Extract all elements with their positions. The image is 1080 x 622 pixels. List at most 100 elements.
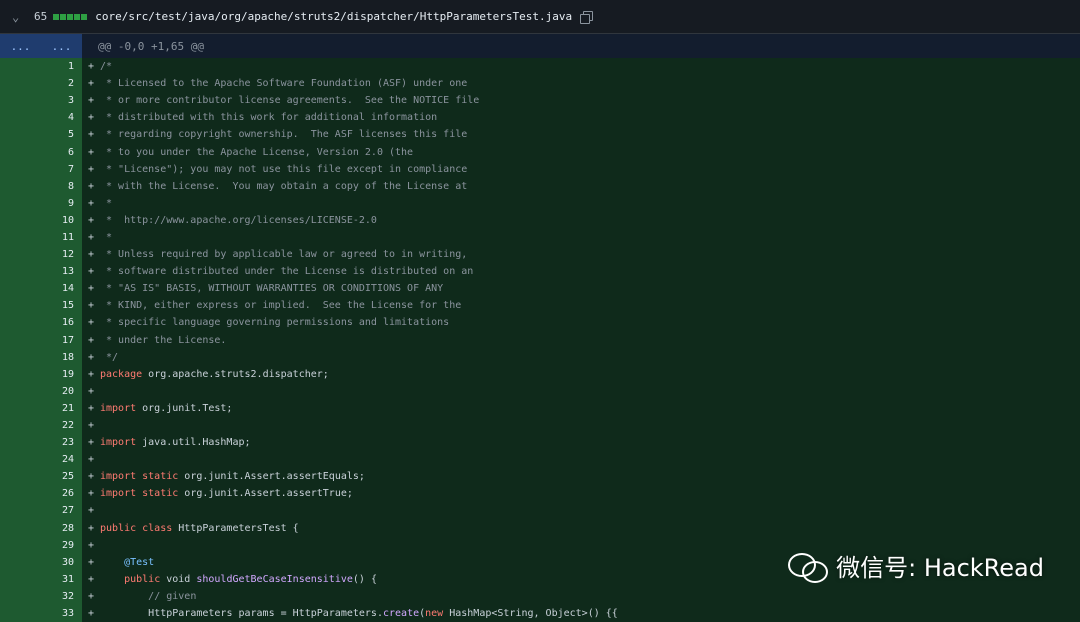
line-number[interactable]: 4 <box>0 109 82 126</box>
diff-line[interactable]: 13+ * software distributed under the Lic… <box>0 263 1080 280</box>
change-count: 65 <box>34 10 47 23</box>
added-marker: + <box>82 540 100 551</box>
line-number[interactable]: 11 <box>0 229 82 246</box>
diff-line[interactable]: 6+ * to you under the Apache License, Ve… <box>0 143 1080 160</box>
diff-line[interactable]: 15+ * KIND, either express or implied. S… <box>0 297 1080 314</box>
line-number[interactable]: 33 <box>0 605 82 622</box>
code-token: // given <box>148 591 196 602</box>
expand-right[interactable]: ... <box>52 40 72 53</box>
chevron-down-icon[interactable]: ⌄ <box>12 10 28 24</box>
line-number[interactable]: 28 <box>0 520 82 537</box>
expand-left[interactable]: ... <box>11 40 31 53</box>
code-text: * Licensed to the Apache Software Founda… <box>100 78 467 89</box>
line-number[interactable]: 18 <box>0 349 82 366</box>
code-token: * "AS IS" BASIS, WITHOUT WARRANTIES OR C… <box>100 283 443 294</box>
diff-line[interactable]: 11+ * <box>0 229 1080 246</box>
indent <box>100 608 148 619</box>
diff-line[interactable]: 14+ * "AS IS" BASIS, WITHOUT WARRANTIES … <box>0 280 1080 297</box>
line-number[interactable]: 27 <box>0 502 82 519</box>
wechat-logo-icon <box>788 551 828 581</box>
diff-line[interactable]: 9+ * <box>0 195 1080 212</box>
diff-line[interactable]: 16+ * specific language governing permis… <box>0 314 1080 331</box>
diff-line[interactable]: 26+import static org.junit.Assert.assert… <box>0 485 1080 502</box>
function-token: create <box>383 608 419 619</box>
diffstat-bars <box>53 14 87 20</box>
line-number[interactable]: 10 <box>0 212 82 229</box>
line-number[interactable]: 26 <box>0 485 82 502</box>
indent <box>100 557 124 568</box>
code-text: */ <box>100 352 118 363</box>
code-token: * or more contributor license agreements… <box>100 95 479 106</box>
line-number[interactable]: 24 <box>0 451 82 468</box>
diff-line[interactable]: 18+ */ <box>0 349 1080 366</box>
line-number[interactable]: 17 <box>0 332 82 349</box>
line-number[interactable]: 19 <box>0 366 82 383</box>
line-number[interactable]: 6 <box>0 143 82 160</box>
added-marker: + <box>82 352 100 363</box>
diff-line[interactable]: 4+ * distributed with this work for addi… <box>0 109 1080 126</box>
line-number[interactable]: 14 <box>0 280 82 297</box>
keyword-token: import <box>100 403 136 414</box>
diff-line[interactable]: 7+ * "License"); you may not use this fi… <box>0 161 1080 178</box>
diff-line[interactable]: 8+ * with the License. You may obtain a … <box>0 178 1080 195</box>
diff-line[interactable]: 33+ HttpParameters params = HttpParamete… <box>0 605 1080 622</box>
file-path[interactable]: core/src/test/java/org/apache/struts2/di… <box>95 10 572 23</box>
diff-line[interactable]: 32+ // given <box>0 588 1080 605</box>
diff-line[interactable]: 21+import org.junit.Test; <box>0 400 1080 417</box>
code-token: * with the License. You may obtain a cop… <box>100 181 467 192</box>
added-marker: + <box>82 232 100 243</box>
code-token: * <box>100 198 112 209</box>
function-token: shouldGetBeCaseInsensitive <box>196 574 353 585</box>
line-number[interactable]: 25 <box>0 468 82 485</box>
added-marker: + <box>82 574 100 585</box>
line-number[interactable]: 2 <box>0 75 82 92</box>
code-text: import static org.junit.Assert.assertEqu… <box>100 471 365 482</box>
diff-line[interactable]: 20+ <box>0 383 1080 400</box>
line-number[interactable]: 20 <box>0 383 82 400</box>
code-text: * Unless required by applicable law or a… <box>100 249 467 260</box>
line-number[interactable]: 32 <box>0 588 82 605</box>
diff-line[interactable]: 17+ * under the License. <box>0 332 1080 349</box>
line-number[interactable]: 5 <box>0 126 82 143</box>
keyword-token: public class <box>100 523 172 534</box>
line-number[interactable]: 3 <box>0 92 82 109</box>
line-number[interactable]: 9 <box>0 195 82 212</box>
code-text: /* <box>100 61 112 72</box>
diff-line[interactable]: 23+import java.util.HashMap; <box>0 434 1080 451</box>
code-token: * under the License. <box>100 335 226 346</box>
code-token: * software distributed under the License… <box>100 266 473 277</box>
line-number[interactable]: 7 <box>0 161 82 178</box>
diff-line[interactable]: 27+ <box>0 502 1080 519</box>
added-marker: + <box>82 471 100 482</box>
diff-line[interactable]: 28+public class HttpParametersTest { <box>0 520 1080 537</box>
copy-icon[interactable] <box>580 11 592 23</box>
line-number[interactable]: 21 <box>0 400 82 417</box>
line-number[interactable]: 23 <box>0 434 82 451</box>
diff-line[interactable]: 19+package org.apache.struts2.dispatcher… <box>0 366 1080 383</box>
diff-line[interactable]: 2+ * Licensed to the Apache Software Fou… <box>0 75 1080 92</box>
diff-line[interactable]: 22+ <box>0 417 1080 434</box>
diff-line[interactable]: 5+ * regarding copyright ownership. The … <box>0 126 1080 143</box>
line-number[interactable]: 12 <box>0 246 82 263</box>
line-number[interactable]: 22 <box>0 417 82 434</box>
line-number[interactable]: 1 <box>0 58 82 75</box>
diff-line[interactable]: 24+ <box>0 451 1080 468</box>
line-number[interactable]: 13 <box>0 263 82 280</box>
expand-hunk-button[interactable]: ... ... <box>0 34 82 58</box>
diff-line[interactable]: 3+ * or more contributor license agreeme… <box>0 92 1080 109</box>
diff-line[interactable]: 12+ * Unless required by applicable law … <box>0 246 1080 263</box>
line-number[interactable]: 31 <box>0 571 82 588</box>
code-text: * under the License. <box>100 335 226 346</box>
code-token: () { <box>353 574 377 585</box>
code-token: * KIND, either express or implied. See t… <box>100 300 461 311</box>
line-number[interactable]: 8 <box>0 178 82 195</box>
line-number[interactable]: 29 <box>0 537 82 554</box>
diff-line[interactable]: 25+import static org.junit.Assert.assert… <box>0 468 1080 485</box>
line-number[interactable]: 16 <box>0 314 82 331</box>
diff-line[interactable]: 10+ * http://www.apache.org/licenses/LIC… <box>0 212 1080 229</box>
line-number[interactable]: 30 <box>0 554 82 571</box>
line-number[interactable]: 15 <box>0 297 82 314</box>
added-marker: + <box>82 283 100 294</box>
added-marker: + <box>82 266 100 277</box>
diff-line[interactable]: 1+/* <box>0 58 1080 75</box>
